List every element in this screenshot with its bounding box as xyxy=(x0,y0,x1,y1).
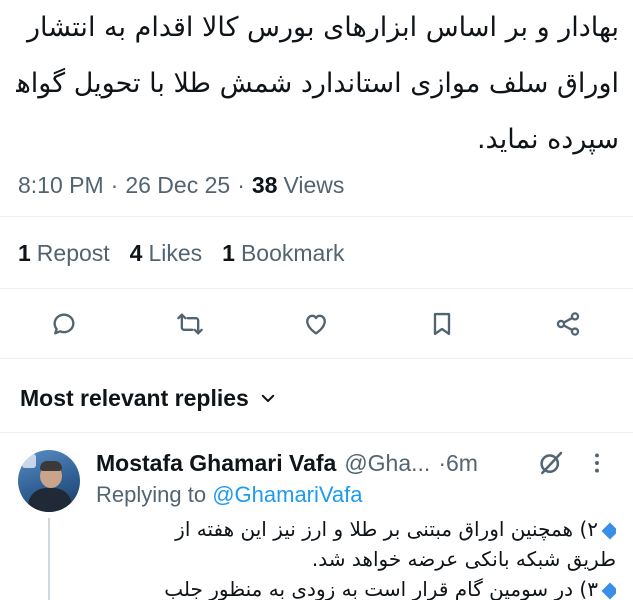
views-count: 38 xyxy=(251,171,278,198)
reply-author-name[interactable]: Mostafa Ghamari Vafa xyxy=(96,450,336,477)
reply-text-line: ۳) در سومین گام قرار است به زودی به منظو… xyxy=(164,577,598,600)
reposts-stat[interactable]: 1 Repost xyxy=(18,240,110,267)
replies-sort-dropdown[interactable]: Most relevant replies xyxy=(20,382,277,414)
divider xyxy=(0,216,633,217)
bookmark-icon[interactable] xyxy=(422,304,462,344)
bookmarks-count: 1 xyxy=(222,239,235,266)
tweet-text-line: بهادار و بر اساس ابزارهای بورس کالا اقدا… xyxy=(26,12,619,43)
divider xyxy=(0,358,633,359)
share-icon[interactable] xyxy=(548,304,588,344)
emblem-icon xyxy=(22,454,36,468)
reply-text-line: طریق شبکه بانکی عرضه خواهد شد. xyxy=(311,547,616,571)
tweet-text-line: سپرده نماید. xyxy=(476,124,619,155)
replies-header-label: Most relevant replies xyxy=(20,384,249,411)
like-icon[interactable] xyxy=(296,304,336,344)
reply-author-handle[interactable]: @Gha... xyxy=(344,450,430,477)
views-label: Views xyxy=(283,171,345,198)
reposts-count: 1 xyxy=(18,239,31,266)
more-icon[interactable] xyxy=(584,450,610,476)
avatar[interactable] xyxy=(18,450,80,512)
bookmarks-label: Bookmark xyxy=(240,239,345,266)
reply-item[interactable]: Mostafa Ghamari Vafa @Gha... ·6m Replyin… xyxy=(0,432,633,600)
meta-separator: · xyxy=(110,171,119,198)
likes-stat[interactable]: 4 Likes xyxy=(130,240,203,267)
repost-icon[interactable] xyxy=(170,304,210,344)
reply-time[interactable]: ·6m xyxy=(438,450,478,477)
reply-text-line: ۲) همچنین اوراق مبتنی بر طلا و ارز نیز ا… xyxy=(175,517,598,541)
tweet-text: بهادار و بر اساس ابزارهای بورس کالا اقدا… xyxy=(16,0,619,168)
engagement-stats: 1 Repost 4 Likes 1 Bookmark xyxy=(18,236,365,270)
tweet-time[interactable]: 8:10 PM xyxy=(18,172,104,199)
grok-icon[interactable] xyxy=(536,448,566,478)
blue-diamond-icon xyxy=(601,522,616,539)
tweet-date[interactable]: 26 Dec 25 xyxy=(125,172,230,199)
reply-text: ۲) همچنین اوراق مبتنی بر طلا و ارز نیز ا… xyxy=(96,514,616,600)
likes-label: Likes xyxy=(148,239,203,266)
action-bar xyxy=(0,304,633,344)
divider xyxy=(0,288,633,289)
tweet-text-line: اوراق سلف موازی استاندارد شمش طلا با تحو… xyxy=(16,68,619,99)
reply-icon[interactable] xyxy=(44,304,84,344)
thread-line xyxy=(48,518,50,600)
likes-count: 4 xyxy=(129,239,143,266)
bookmarks-stat[interactable]: 1 Bookmark xyxy=(222,240,344,267)
reply-header: Mostafa Ghamari Vafa @Gha... ·6m xyxy=(96,448,616,478)
chevron-down-icon xyxy=(261,394,275,402)
tweet-meta: 8:10 PM · 26 Dec 25 · 38 Views xyxy=(18,168,344,202)
meta-separator: · xyxy=(237,171,245,198)
replying-to: Replying to @GhamariVafa xyxy=(96,482,363,512)
reposts-label: Repost xyxy=(36,239,110,266)
blue-diamond-icon xyxy=(601,582,616,599)
replying-to-mention[interactable]: @GhamariVafa xyxy=(212,482,362,507)
replying-to-prefix: Replying to xyxy=(96,482,207,507)
